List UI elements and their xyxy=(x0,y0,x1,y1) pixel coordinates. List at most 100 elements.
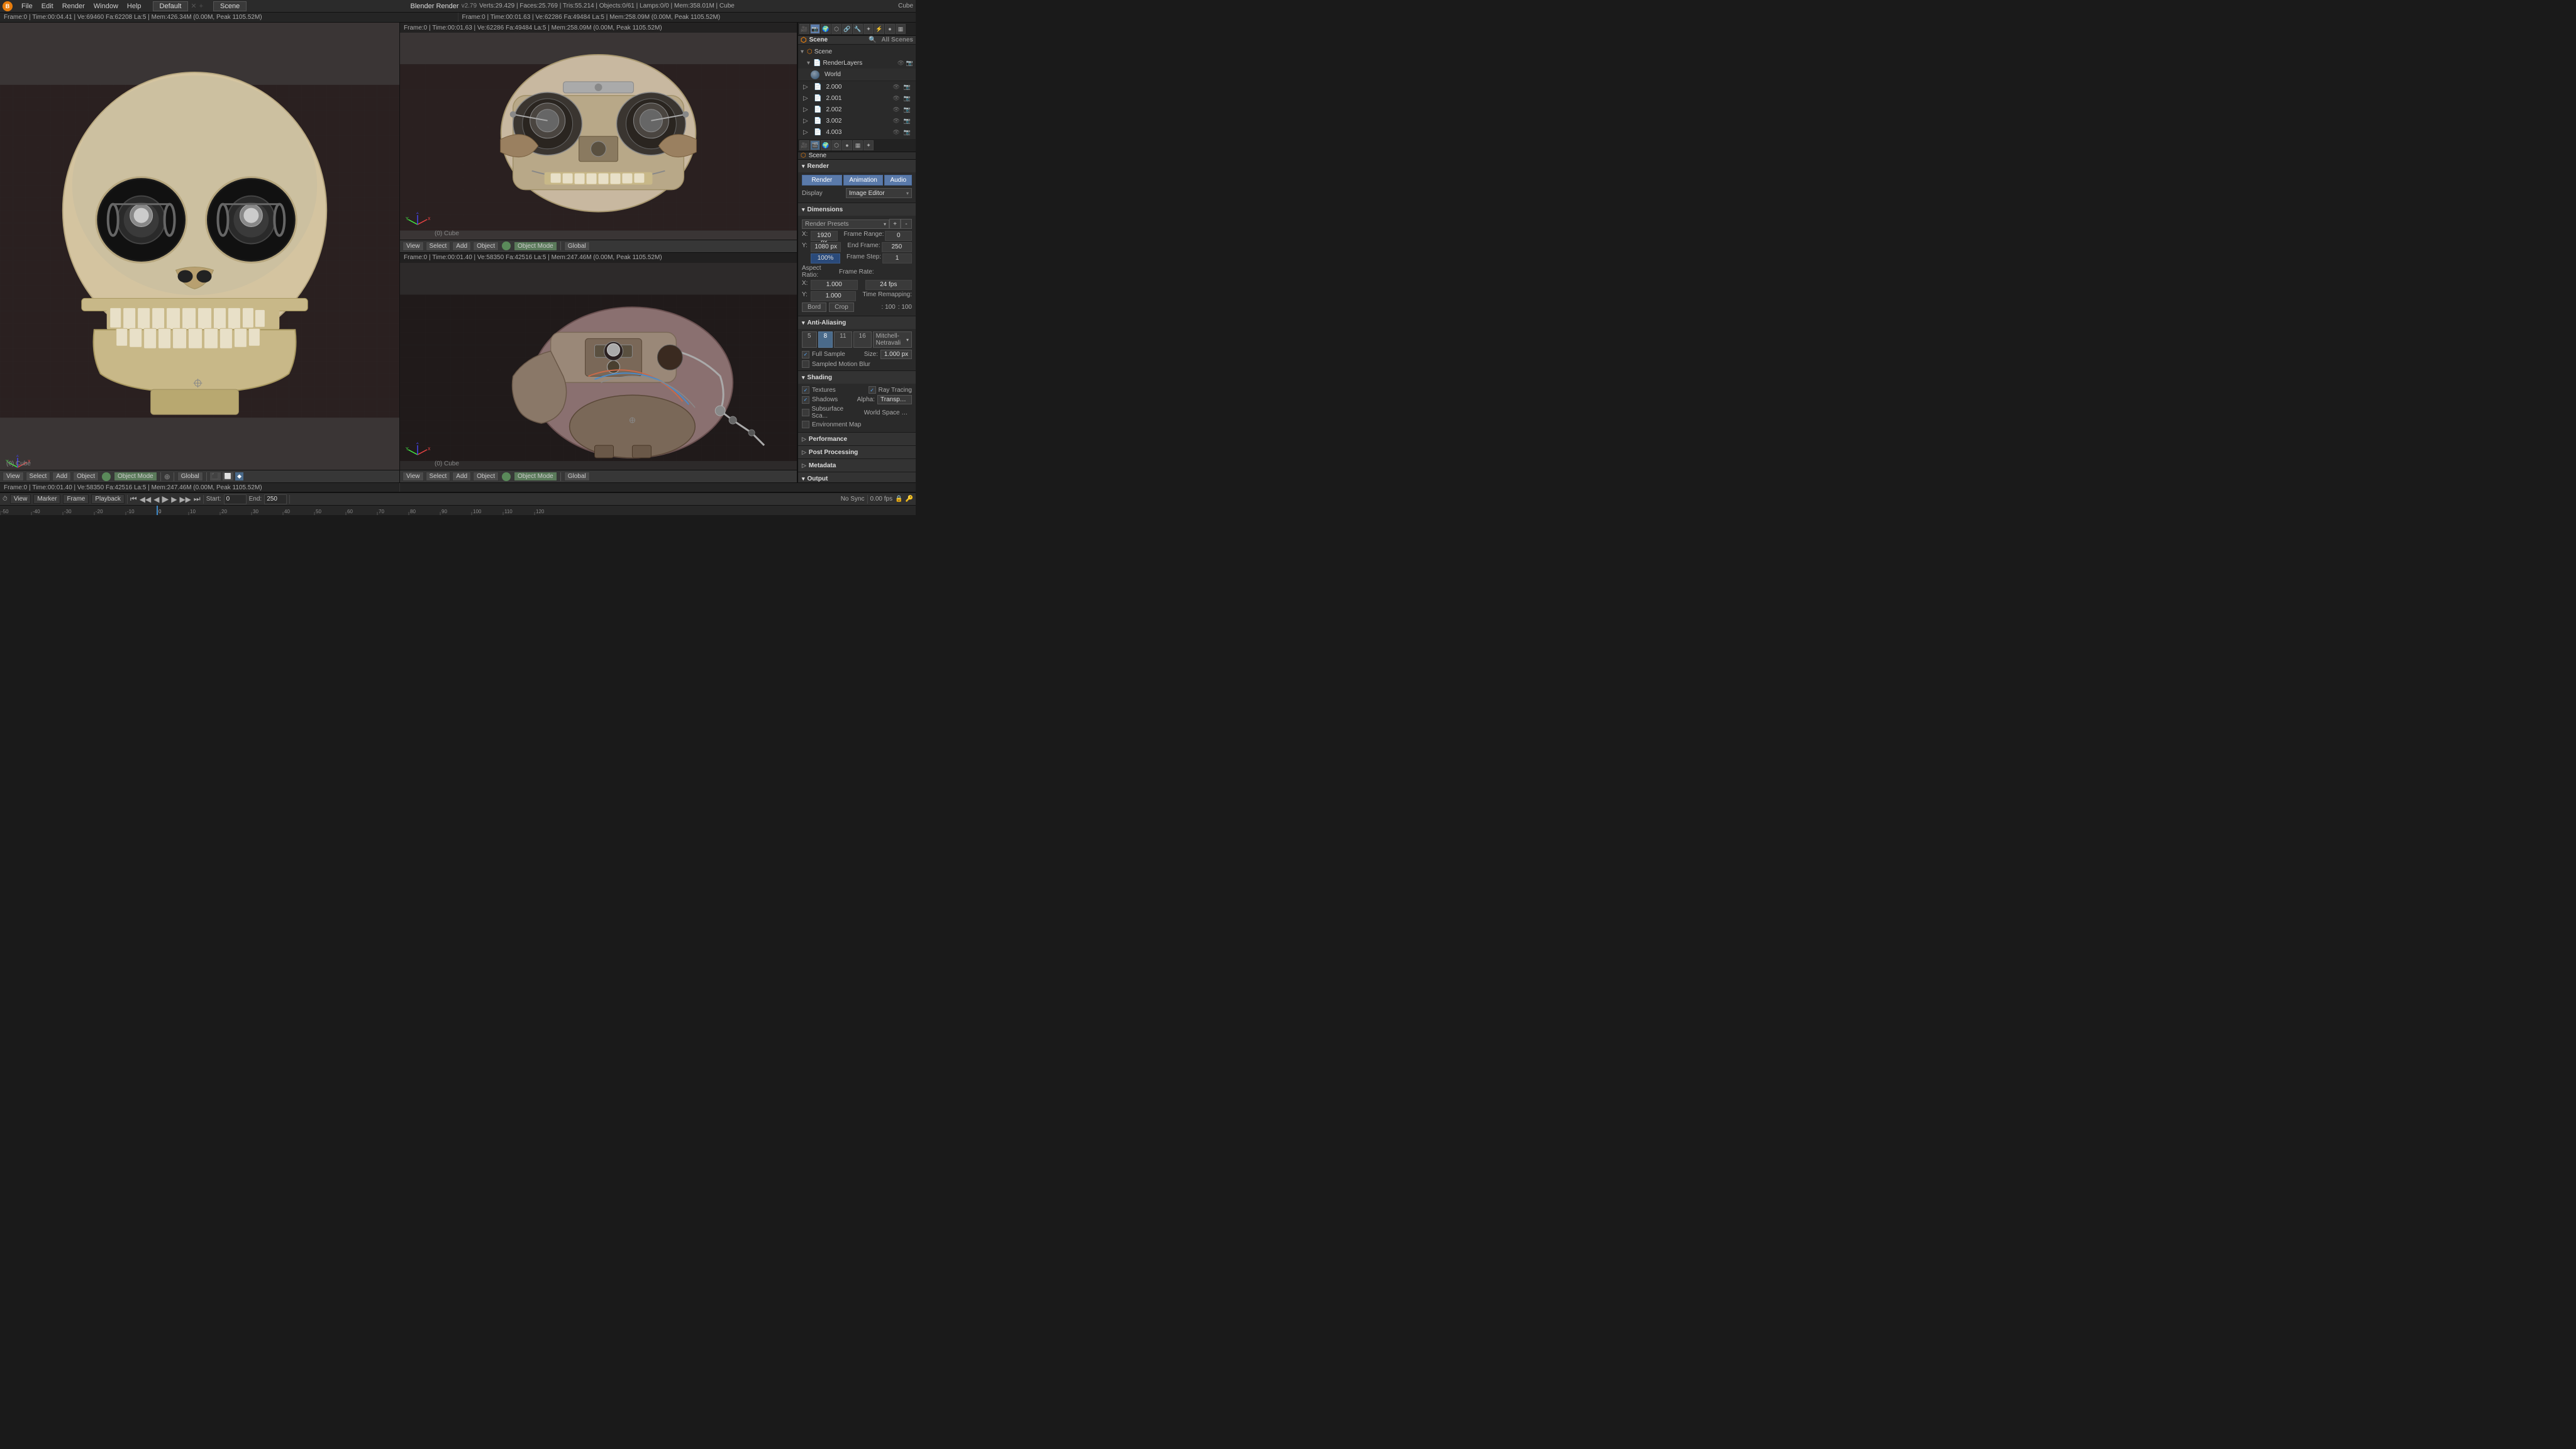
display-dropdown[interactable]: Image Editor ▾ xyxy=(846,188,912,198)
shading-section-header[interactable]: ▾ Shading xyxy=(798,371,916,384)
layer-item-4003[interactable]: ▷ 📄 4.003 👁 📷 xyxy=(798,126,916,138)
next-keyframe-btn[interactable]: ▶▶ xyxy=(179,495,191,504)
object-btn-br[interactable]: Object xyxy=(473,472,499,481)
view-menu-btn[interactable]: View xyxy=(10,494,31,504)
pct-input[interactable]: 100% xyxy=(811,253,840,264)
prop-icon-modifiers[interactable]: 🔧 xyxy=(853,24,863,34)
aa-val-11[interactable]: 11 xyxy=(834,331,852,348)
aa-section-header[interactable]: ▾ Anti-Aliasing xyxy=(798,316,916,329)
layer-2001-eye[interactable]: 👁 xyxy=(892,95,899,102)
view-btn-br[interactable]: View xyxy=(402,472,424,481)
add-btn-tr[interactable]: Add xyxy=(452,242,471,251)
object-btn-left[interactable]: Object xyxy=(73,472,99,481)
prop-icon2-world[interactable]: 🌍 xyxy=(821,140,831,150)
object-btn-tr[interactable]: Object xyxy=(473,242,499,251)
aa-val-16[interactable]: 16 xyxy=(853,331,872,348)
prop-icon-world[interactable]: 🌍 xyxy=(821,24,831,34)
playback-btn[interactable]: Playback xyxy=(91,494,125,504)
aa-size-input[interactable]: 1.000 px xyxy=(880,350,912,359)
play-start-btn[interactable]: ⏮ xyxy=(130,494,137,504)
object-mode-btn-left[interactable]: Object Mode xyxy=(114,472,157,481)
renderlayers-eye[interactable]: 👁 xyxy=(897,60,906,67)
layer-2002-eye[interactable]: 👁 xyxy=(892,106,899,113)
layer-4003-eye[interactable]: 👁 xyxy=(892,129,899,136)
viewport-top-right[interactable]: Frame:0 | Time:00:01.63 | Ve:62286 Fa:49… xyxy=(400,23,797,253)
marker-btn[interactable]: Marker xyxy=(33,494,60,504)
render-presets-dropdown[interactable]: Render Presets ▾ xyxy=(802,219,889,229)
layer-item-3002[interactable]: ▷ 📄 3.002 👁 📷 xyxy=(798,115,916,126)
scene-tree-scene[interactable]: ▾ ⬡ Scene xyxy=(798,46,916,57)
presets-remove-btn[interactable]: - xyxy=(901,219,912,229)
bord-btn[interactable]: Bord xyxy=(802,303,826,312)
prop-icon2-tex[interactable]: ▦ xyxy=(853,140,863,150)
prop-icon-render[interactable]: 🎥 xyxy=(799,24,809,34)
object-mode-btn-tr[interactable]: Object Mode xyxy=(514,242,557,251)
aspect-x-input[interactable]: 1.000 xyxy=(811,280,858,290)
layer-item-2001[interactable]: ▷ 📄 2.001 👁 📷 xyxy=(798,92,916,104)
layer-2000-eye[interactable]: 👁 xyxy=(892,84,899,91)
subsurface-checkbox[interactable] xyxy=(802,409,809,416)
aa-val-5[interactable]: 5 xyxy=(802,331,817,348)
aa-filter-dropdown[interactable]: Mitchell-Netravali ▾ xyxy=(873,331,912,348)
timeline-ruler[interactable]: -50 -40 -30 -20 -10 0 10 20 30 40 50 60 … xyxy=(0,505,916,515)
animation-btn[interactable]: Animation xyxy=(843,175,884,186)
dimensions-section-header[interactable]: ▾ Dimensions xyxy=(798,203,916,216)
scene-search-btn[interactable]: 🔍 xyxy=(869,36,876,43)
menu-help[interactable]: Help xyxy=(123,2,145,11)
prop-icon2-part[interactable]: ✦ xyxy=(863,140,874,150)
prop-icon-object[interactable]: ⬡ xyxy=(831,24,841,34)
render-section-header[interactable]: ▾ Render xyxy=(798,160,916,172)
full-sample-checkbox[interactable] xyxy=(802,351,809,358)
global-btn-br[interactable]: Global xyxy=(564,472,590,481)
prop-icon-texture[interactable]: ▦ xyxy=(896,24,906,34)
output-section-header[interactable]: ▾ Output xyxy=(798,472,916,482)
textures-checkbox[interactable] xyxy=(802,386,809,394)
layout-selector[interactable]: Default xyxy=(153,1,189,11)
layer-item-2000[interactable]: ▷ 📄 2.000 👁 📷 xyxy=(798,81,916,92)
performance-section-header[interactable]: ▷ Performance xyxy=(798,433,916,445)
prop-icon-scene[interactable]: 📷 xyxy=(810,24,820,34)
viewport-left[interactable]: X Y Z (0) Cube View Select Add Object Ob… xyxy=(0,23,400,482)
global-btn-tr[interactable]: Global xyxy=(564,242,590,251)
select-btn-left[interactable]: Select xyxy=(26,472,51,481)
all-scenes-btn[interactable]: All Scenes xyxy=(881,36,913,43)
res-y-input[interactable]: 1080 px xyxy=(811,242,841,252)
crop-btn[interactable]: Crop xyxy=(829,303,854,312)
scene-tree-world[interactable]: World xyxy=(798,69,916,81)
frame-step-input[interactable]: 1 xyxy=(882,253,912,264)
select-btn-tr[interactable]: Select xyxy=(426,242,451,251)
render-btn[interactable]: Render xyxy=(802,175,842,186)
audio-btn[interactable]: Audio xyxy=(884,175,912,186)
object-mode-btn-br[interactable]: Object Mode xyxy=(514,472,557,481)
fps-input[interactable]: 24 fps xyxy=(865,280,913,290)
scene-selector[interactable]: Scene xyxy=(213,1,247,11)
end-frame-input[interactable] xyxy=(264,494,287,504)
layer-3002-cam[interactable]: 📷 xyxy=(904,118,911,125)
prop-icon-constraints[interactable]: 🔗 xyxy=(842,24,852,34)
prop-icon-physics[interactable]: ⚡ xyxy=(874,24,884,34)
prop-icon-particles[interactable]: ✦ xyxy=(863,24,874,34)
end-frame-input[interactable]: 250 xyxy=(882,242,912,252)
menu-edit[interactable]: Edit xyxy=(38,2,57,11)
motion-blur-checkbox[interactable] xyxy=(802,360,809,368)
res-x-input[interactable]: 1920 px xyxy=(811,231,838,241)
layer-3002-eye[interactable]: 👁 xyxy=(892,118,899,125)
renderlayers-cam[interactable]: 📷 xyxy=(906,60,913,67)
prop-icon2-mat[interactable]: ● xyxy=(842,140,852,150)
prop-icon2-scene[interactable]: 🎬 xyxy=(810,140,820,150)
layer-2000-cam[interactable]: 📷 xyxy=(904,84,911,91)
timeline-lock-btn[interactable]: 🔒 xyxy=(895,496,902,502)
select-btn-br[interactable]: Select xyxy=(426,472,451,481)
aa-val-8[interactable]: 8 xyxy=(818,331,833,348)
post-processing-section-header[interactable]: ▷ Post Processing xyxy=(798,446,916,458)
start-frame-input[interactable] xyxy=(224,494,247,504)
metadata-section-header[interactable]: ▷ Metadata xyxy=(798,459,916,472)
prev-frame-btn[interactable]: ◀ xyxy=(153,495,159,504)
aspect-y-input[interactable]: 1.000 xyxy=(811,291,856,301)
env-map-checkbox[interactable] xyxy=(802,421,809,428)
layer-4003-cam[interactable]: 📷 xyxy=(904,129,911,136)
prop-icon2-obj[interactable]: ⬡ xyxy=(831,140,841,150)
layer-2002-cam[interactable]: 📷 xyxy=(904,106,911,113)
frame-btn[interactable]: Frame xyxy=(63,494,89,504)
view-icon-2[interactable]: ⬜ xyxy=(223,472,233,480)
